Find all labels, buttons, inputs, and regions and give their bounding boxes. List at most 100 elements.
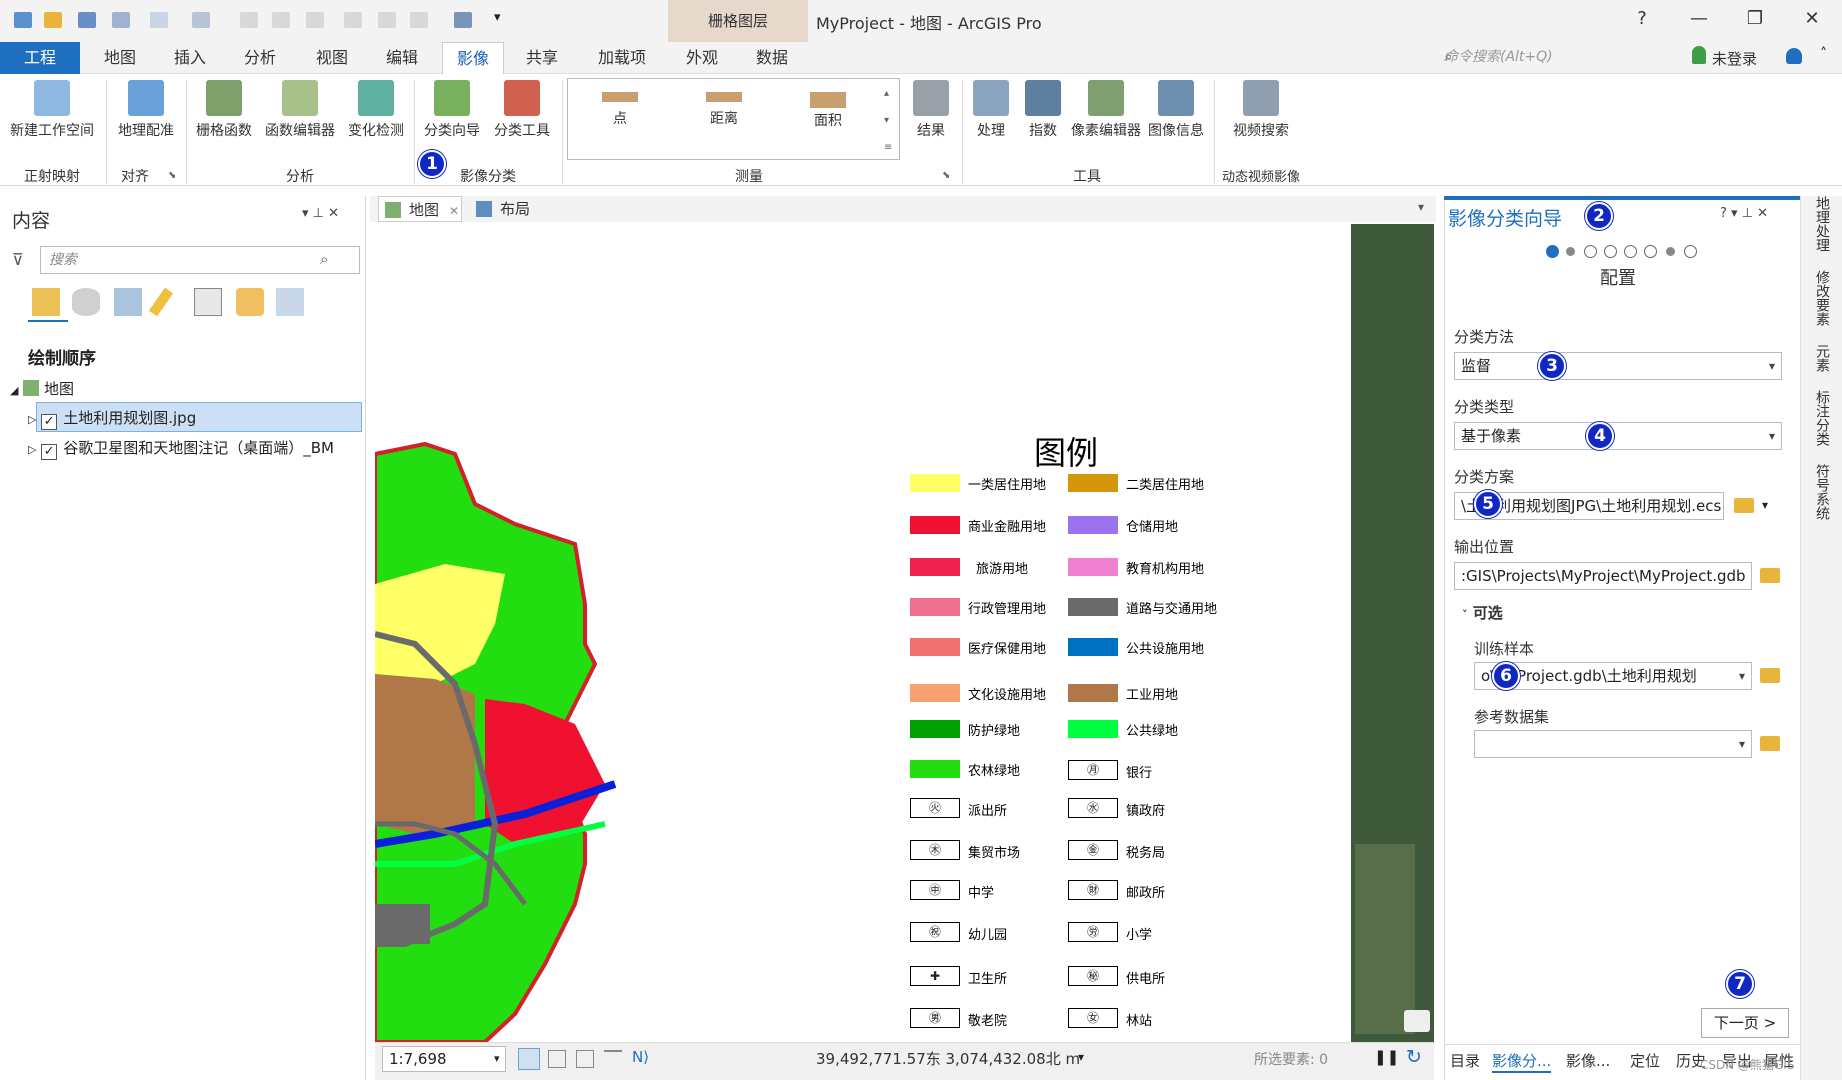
minimize-button[interactable]: —	[1684, 8, 1714, 29]
change-detection-button[interactable]: 变化检测	[344, 80, 408, 140]
clear-icon[interactable]	[378, 12, 396, 28]
close-button[interactable]: ✕	[1797, 8, 1827, 29]
redo-icon[interactable]	[150, 12, 168, 28]
layer-row-landuse[interactable]: ▷ ✓ 土地利用规划图.jpg	[28, 407, 196, 430]
open-project-icon[interactable]	[44, 12, 62, 28]
snap-tool-icon[interactable]	[548, 1050, 566, 1068]
save-icon[interactable]	[78, 12, 96, 28]
pane-tab-catalog[interactable]: 目录	[1450, 1050, 1480, 1071]
browse-folder-icon[interactable]	[1760, 668, 1780, 683]
selection-icon[interactable]	[114, 288, 142, 316]
image-info-button[interactable]: 图像信息	[1144, 80, 1208, 140]
filter-icon[interactable]: ⊽	[12, 250, 24, 269]
close-tab-icon[interactable]: ✕	[449, 204, 459, 218]
tab-view[interactable]: 视图	[302, 42, 362, 74]
new-project-icon[interactable]	[14, 12, 32, 28]
layout-icon[interactable]	[454, 12, 472, 28]
browse-folder-icon[interactable]	[1760, 568, 1780, 583]
reference-dataset-dropdown[interactable]	[1474, 730, 1752, 758]
pane-tab-classification[interactable]: 影像分...	[1492, 1050, 1552, 1073]
gallery-scroll[interactable]: ▴ ▾ ≡	[884, 80, 892, 161]
table-tool-icon[interactable]	[576, 1050, 594, 1068]
layer-visibility-checkbox[interactable]: ✓	[41, 444, 58, 460]
restore-button[interactable]: ❐	[1740, 8, 1770, 29]
output-location-input[interactable]: :GIS\Projects\MyProject\MyProject.gdb	[1454, 562, 1752, 590]
classification-wizard-button[interactable]: 分类向导	[420, 80, 484, 140]
pane-tab-locate[interactable]: 定位	[1630, 1050, 1660, 1071]
grid-tool-icon[interactable]	[518, 1048, 540, 1070]
layer-visibility-checkbox[interactable]: ✓	[41, 414, 58, 430]
optional-section-toggle[interactable]: ˅ 可选	[1462, 602, 1503, 623]
results-button[interactable]: 结果	[904, 80, 958, 140]
tab-appearance[interactable]: 外观	[672, 42, 732, 74]
draw-order-icon[interactable]	[32, 288, 60, 316]
wizard-pane-controls[interactable]: ? ▾ ⊥ ✕	[1720, 206, 1768, 221]
labeling-icon[interactable]	[236, 288, 264, 316]
raster-functions-button[interactable]: 栅格函数	[192, 80, 256, 140]
next-page-button[interactable]: 下一页 >	[1701, 1008, 1789, 1038]
tab-analysis[interactable]: 分析	[230, 42, 290, 74]
tab-project[interactable]: 工程	[0, 42, 80, 74]
pixel-editor-button[interactable]: 像素编辑器	[1066, 80, 1146, 140]
function-editor-button[interactable]: 函数编辑器	[260, 80, 340, 140]
browse-folder-icon[interactable]	[1734, 498, 1754, 513]
process-button[interactable]: 处理	[966, 80, 1016, 140]
align-launcher-icon[interactable]: ⬊	[168, 170, 176, 181]
delete-icon[interactable]	[344, 12, 362, 28]
help-button[interactable]: ?	[1627, 8, 1657, 29]
indices-button[interactable]: 指数	[1018, 80, 1068, 140]
refresh-icon[interactable]: ↻	[1406, 1046, 1422, 1068]
north-arrow-icon[interactable]: N⟩	[632, 1048, 649, 1066]
classification-method-dropdown[interactable]: 监督	[1454, 352, 1782, 380]
classification-type-dropdown[interactable]: 基于像素	[1454, 422, 1782, 450]
tab-imagery[interactable]: 影像	[442, 42, 504, 74]
map-view[interactable]	[375, 224, 1434, 1042]
tab-insert[interactable]: 插入	[160, 42, 220, 74]
classification-tools-button[interactable]: 分类工具	[488, 80, 556, 140]
toolbar-icon[interactable]	[240, 12, 258, 28]
contents-search-input[interactable]: 搜索	[40, 246, 360, 274]
pane-menu-icon[interactable]: ▾ ⊥ ✕	[302, 206, 339, 221]
undo-icon[interactable]	[112, 12, 130, 28]
browse-folder-icon[interactable]	[1760, 736, 1780, 751]
side-tab-label-class[interactable]: 标注分类	[1812, 390, 1832, 446]
tab-edit[interactable]: 编辑	[372, 42, 432, 74]
map-overview-icon[interactable]	[1404, 1010, 1430, 1032]
pane-tab-imagery[interactable]: 影像...	[1566, 1050, 1610, 1071]
sign-in-button[interactable]: 未登录	[1712, 48, 1757, 69]
tab-data[interactable]: 数据	[742, 42, 802, 74]
select-icon[interactable]	[192, 12, 210, 28]
layer-row-basemap[interactable]: ▷ ✓ 谷歌卫星图和天地图注记（桌面端）_BM	[28, 437, 334, 460]
contents-search-icon[interactable]: ⌕	[320, 250, 328, 268]
data-source-icon[interactable]	[72, 288, 100, 316]
table-icon[interactable]	[272, 12, 290, 28]
video-search-button[interactable]: 视频搜索	[1220, 80, 1302, 140]
tab-map[interactable]: 地图	[90, 42, 150, 74]
coords-dropdown-icon[interactable]: ▾	[1078, 1050, 1084, 1064]
measure-launcher-icon[interactable]: ⬊	[942, 170, 950, 181]
scale-dropdown-icon[interactable]: ▾	[494, 1052, 500, 1065]
tab-addins[interactable]: 加载项	[590, 42, 654, 74]
view-tabs-menu-icon[interactable]: ▾	[1418, 200, 1424, 214]
measure-area-button[interactable]: 面积	[798, 92, 858, 130]
measure-tool-icon[interactable]	[604, 1050, 622, 1068]
side-tab-symbology[interactable]: 符号系统	[1812, 464, 1832, 520]
tab-layout-view[interactable]: 布局	[470, 196, 560, 222]
pause-drawing-icon[interactable]: ❚❚	[1374, 1048, 1399, 1066]
collapse-ribbon-icon[interactable]: ˄	[1820, 46, 1827, 62]
notification-bell-icon[interactable]	[1786, 48, 1802, 64]
georeference-button[interactable]: 地理配准	[112, 80, 180, 140]
map-node[interactable]: ◢ 地图	[10, 378, 74, 399]
measure-distance-button[interactable]: 距离	[694, 92, 754, 128]
edit-icon[interactable]	[306, 12, 324, 28]
measure-icon[interactable]	[410, 12, 428, 28]
new-workspace-button[interactable]: 新建工作空间	[4, 80, 100, 140]
schema-options-icon[interactable]: ▾	[1762, 498, 1768, 512]
scale-selector[interactable]: 1:7,698	[382, 1046, 506, 1072]
side-tab-geoprocessing[interactable]: 地理处理	[1812, 196, 1832, 252]
snapping-icon[interactable]	[194, 288, 222, 316]
side-tab-modify-features[interactable]: 修改要素	[1812, 270, 1832, 326]
measure-point-button[interactable]: 点	[590, 92, 650, 128]
customize-qa-icon[interactable]: ▾	[494, 10, 501, 25]
perspective-icon[interactable]	[276, 288, 304, 316]
